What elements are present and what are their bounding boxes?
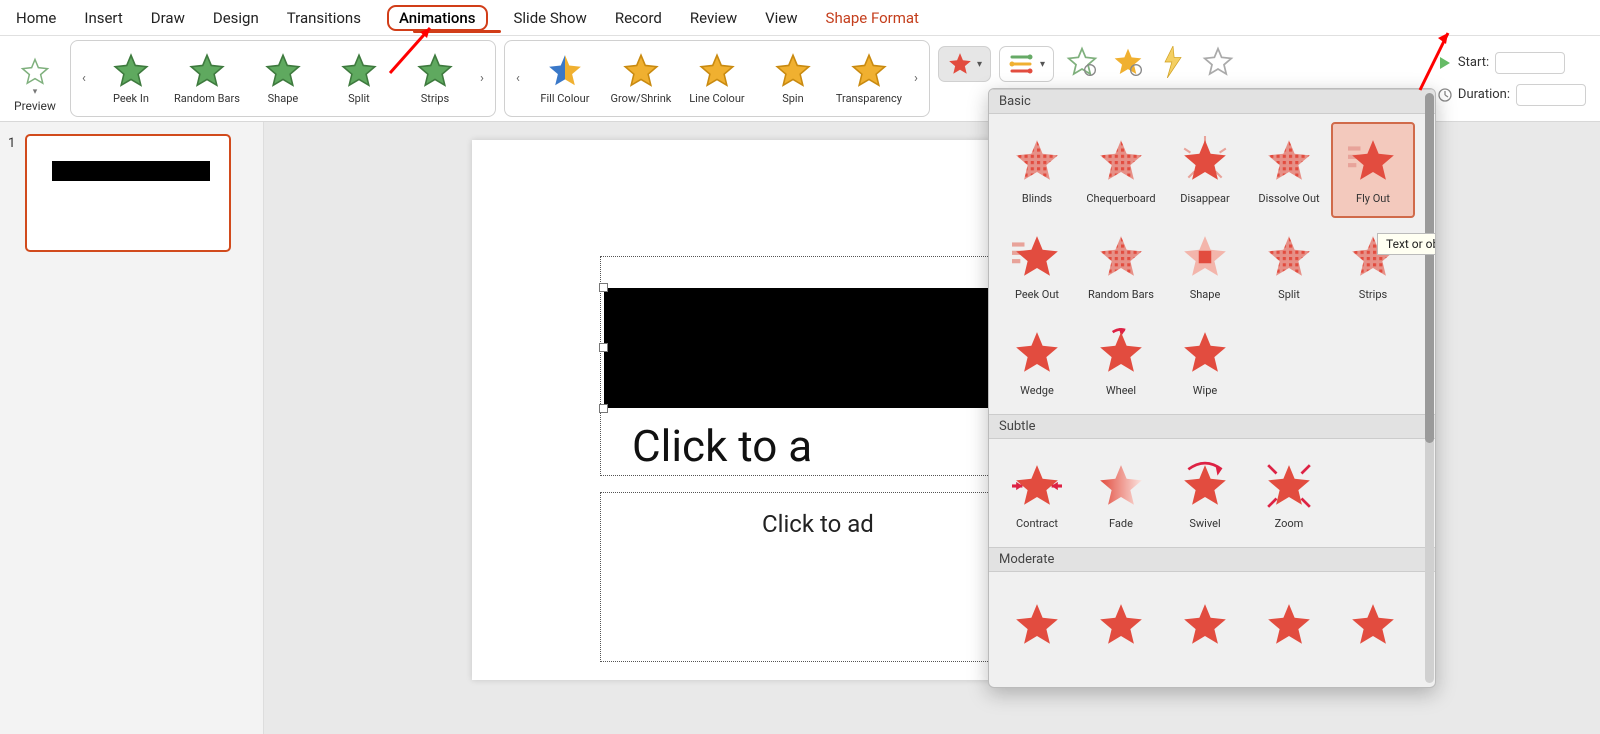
exit-item-unknown[interactable] xyxy=(1331,580,1415,676)
duration-label: Duration: xyxy=(1458,87,1510,102)
exit-star-icon xyxy=(947,51,973,77)
section-header-subtle: Subtle xyxy=(989,414,1435,439)
tab-home[interactable]: Home xyxy=(14,5,58,31)
effect-options-dropdown[interactable]: ▾ xyxy=(999,46,1054,82)
exit-item-unknown[interactable] xyxy=(1247,580,1331,676)
duration-input[interactable] xyxy=(1516,84,1586,106)
tab-review[interactable]: Review xyxy=(688,5,739,31)
subtitle-text: Click to ad xyxy=(762,510,874,538)
exit-item-disappear[interactable]: Disappear xyxy=(1163,122,1247,218)
exit-item-blinds[interactable]: Blinds xyxy=(995,122,1079,218)
start-select[interactable] xyxy=(1495,52,1565,74)
annotation-arrow-to-flyout xyxy=(1408,28,1458,98)
preview-star-icon xyxy=(17,57,53,87)
chevron-down-icon: ▾ xyxy=(977,59,982,70)
emphasis-item-line-colour[interactable]: Line Colour xyxy=(679,48,755,109)
emphasis-next-button[interactable]: › xyxy=(907,71,925,86)
title-text: Click to a xyxy=(632,420,812,472)
exit-item-random-bars[interactable]: Random Bars xyxy=(1079,218,1163,314)
ribbon-tabs: Home Insert Draw Design Transitions Anim… xyxy=(0,0,1600,36)
entrance-next-button[interactable]: › xyxy=(473,71,491,86)
exit-item-wedge[interactable]: Wedge xyxy=(995,314,1079,410)
exit-item-swivel[interactable]: Swivel xyxy=(1163,447,1247,543)
effect-options-icon xyxy=(1008,51,1036,77)
exit-item-chequerboard[interactable]: Chequerboard xyxy=(1079,122,1163,218)
tab-view[interactable]: View xyxy=(763,5,799,31)
tab-draw[interactable]: Draw xyxy=(149,5,187,31)
section-header-moderate: Moderate xyxy=(989,547,1435,572)
tab-insert[interactable]: Insert xyxy=(82,5,124,31)
entrance-item-shape[interactable]: Shape xyxy=(245,48,321,109)
motion-path-star-icon xyxy=(1202,46,1234,78)
slide-thumbnails-panel: 1 xyxy=(0,122,264,734)
tab-slideshow[interactable]: Slide Show xyxy=(512,5,589,31)
exit-effects-panel: Basic BlindsChequerboardDisappearDissolv… xyxy=(988,88,1436,688)
exit-item-peek-out[interactable]: Peek Out xyxy=(995,218,1079,314)
exit-item-unknown[interactable] xyxy=(1079,580,1163,676)
section-header-basic: Basic xyxy=(989,89,1435,114)
exit-item-shape[interactable]: Shape xyxy=(1163,218,1247,314)
add-exit-effect-button[interactable] xyxy=(1158,46,1188,82)
fly-out-tooltip: Text or object flies away in a sp xyxy=(1377,233,1436,255)
add-motion-path-button[interactable] xyxy=(1202,46,1234,82)
exit-item-dissolve-out[interactable]: Dissolve Out xyxy=(1247,122,1331,218)
tab-design[interactable]: Design xyxy=(211,5,261,31)
tab-shape-format[interactable]: Shape Format xyxy=(824,5,921,31)
emphasis-gear-star-icon xyxy=(1112,46,1144,78)
resize-handle[interactable] xyxy=(599,343,608,352)
lightning-icon xyxy=(1158,46,1188,78)
emphasis-gallery: ‹ Fill Colour Grow/Shrink Line Colour Sp… xyxy=(504,40,930,117)
start-label: Start: xyxy=(1458,55,1489,70)
entrance-gear-star-icon xyxy=(1066,46,1098,78)
add-emphasis-effect-button[interactable] xyxy=(1112,46,1144,82)
exit-item-split[interactable]: Split xyxy=(1247,218,1331,314)
preview-label: Preview xyxy=(14,99,56,113)
preview-button[interactable]: ▾ Preview xyxy=(8,40,62,117)
exit-item-unknown[interactable] xyxy=(1163,580,1247,676)
exit-item-fade[interactable]: Fade xyxy=(1079,447,1163,543)
annotation-arrow-to-tab xyxy=(380,18,440,78)
slide-thumbnail-1[interactable] xyxy=(25,134,231,252)
chevron-down-icon: ▾ xyxy=(1040,59,1045,70)
thumb-number: 1 xyxy=(8,134,15,252)
emphasis-item-transparency[interactable]: Transparency xyxy=(831,48,907,109)
entrance-item-random-bars[interactable]: Random Bars xyxy=(169,48,245,109)
exit-item-wheel[interactable]: Wheel xyxy=(1079,314,1163,410)
entrance-item-peek-in[interactable]: Peek In xyxy=(93,48,169,109)
add-entrance-effect-button[interactable] xyxy=(1066,46,1098,82)
resize-handle[interactable] xyxy=(599,283,608,292)
emphasis-item-grow-shrink[interactable]: Grow/Shrink xyxy=(603,48,679,109)
exit-item-unknown[interactable] xyxy=(995,580,1079,676)
emphasis-prev-button[interactable]: ‹ xyxy=(509,71,527,86)
panel-scrollbar[interactable] xyxy=(1425,93,1434,683)
panel-scrollbar-thumb[interactable] xyxy=(1425,93,1434,443)
emphasis-item-fill-colour[interactable]: Fill Colour xyxy=(527,48,603,109)
thumb-shape-preview xyxy=(52,161,210,181)
exit-item-fly-out[interactable]: Fly Out xyxy=(1331,122,1415,218)
tab-transitions[interactable]: Transitions xyxy=(285,5,363,31)
tab-record[interactable]: Record xyxy=(613,5,664,31)
exit-item-wipe[interactable]: Wipe xyxy=(1163,314,1247,410)
emphasis-item-spin[interactable]: Spin xyxy=(755,48,831,109)
exit-item-zoom[interactable]: Zoom xyxy=(1247,447,1331,543)
exit-item-contract[interactable]: Contract xyxy=(995,447,1079,543)
exit-effect-dropdown[interactable]: ▾ xyxy=(938,46,991,82)
entrance-prev-button[interactable]: ‹ xyxy=(75,71,93,86)
resize-handle[interactable] xyxy=(599,404,608,413)
